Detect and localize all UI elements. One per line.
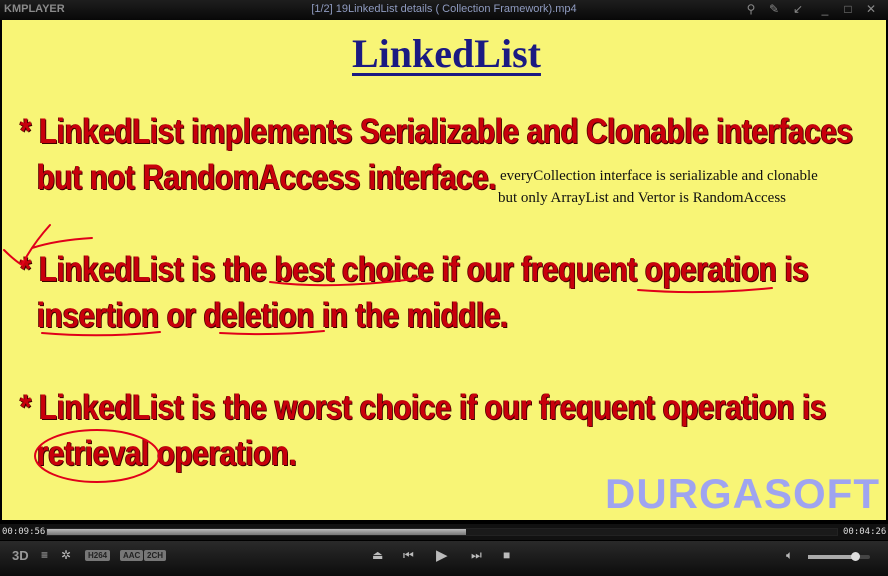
underline-best-choice [269,277,423,287]
video-frame[interactable]: LinkedList * LinkedList implements Seria… [2,20,886,520]
handwritten-annotations [3,224,773,483]
pin-icon[interactable]: ✎ [765,2,783,18]
settings-gear-icon[interactable]: ✲ [61,548,71,562]
eject-icon[interactable]: ⏏ [372,548,383,562]
remaining-time: 00:04:26 [843,527,887,537]
volume-slider[interactable] [808,552,870,561]
channels-badge: 2CH [144,550,167,561]
underline-operation [637,287,773,294]
seek-bar-area: 00:09:56 00:04:26 [0,524,888,540]
codec-badge-video: H264 [85,550,111,561]
volume-icon[interactable]: 🔈︎ [786,548,793,563]
control-bar: 3D ≡ ✲ H264 AAC 2CH ⏏ ⏮ ▶ ⏭ ■ 🔈︎ [0,541,888,576]
volume-knob[interactable] [850,552,860,561]
maximize-icon[interactable]: □ [839,2,857,18]
playlist-icon[interactable]: ≡ [41,548,48,562]
minimize-to-corner-icon[interactable]: ↙ [789,2,807,18]
checkmark-ink [3,224,93,267]
play-icon[interactable]: ▶ [436,546,448,564]
elapsed-time: 00:09:56 [2,527,46,537]
next-icon[interactable]: ⏭ [471,548,482,563]
volume-level [808,555,855,559]
underline-insertion [41,331,161,337]
seek-progress [47,529,466,535]
close-icon[interactable]: ✕ [862,2,880,18]
previous-icon[interactable]: ⏮ [403,548,414,563]
search-icon[interactable]: ⚲ [742,2,760,18]
codec-badge-audio: AAC [120,550,144,561]
3d-icon[interactable]: 3D [12,548,29,563]
title-bar: KMPLAYER [1/2] 19LinkedList details ( Co… [0,0,888,20]
circle-retrieval [34,429,160,483]
stop-icon[interactable]: ■ [503,548,510,562]
seek-slider[interactable] [46,528,838,536]
underline-deletion [219,330,325,336]
minimize-icon[interactable]: _ [816,2,834,18]
